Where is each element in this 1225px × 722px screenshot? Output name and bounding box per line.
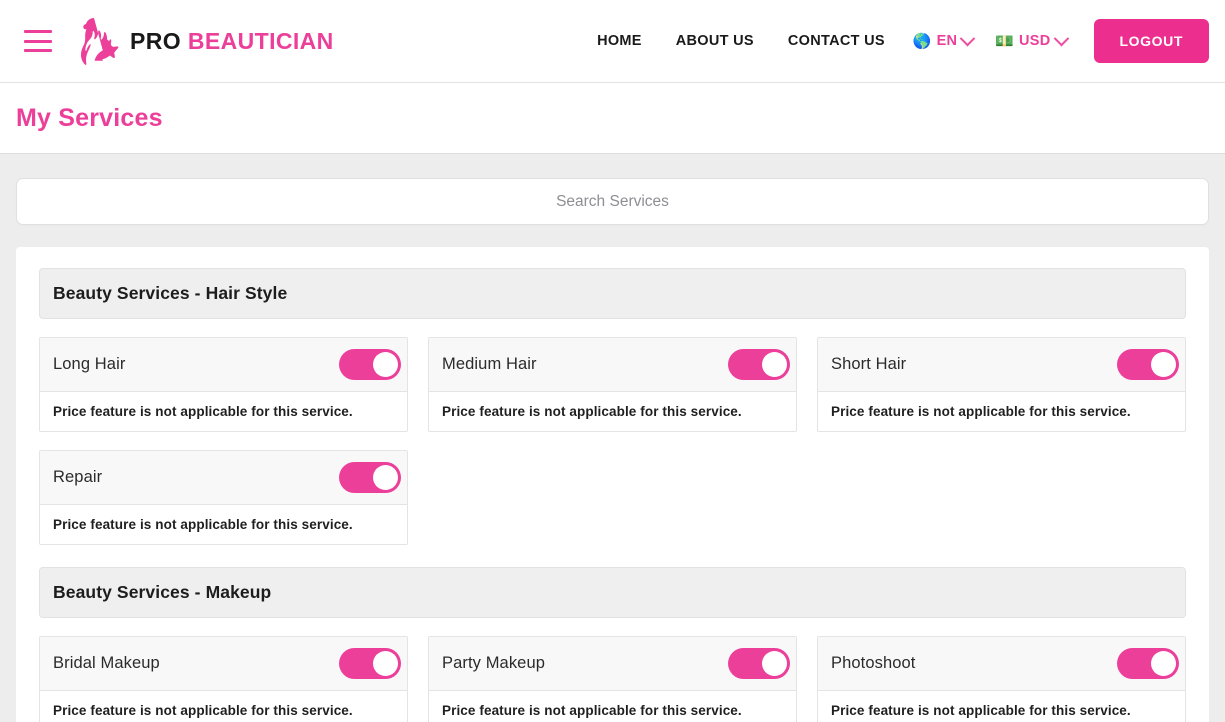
search-input[interactable] xyxy=(17,179,1208,224)
service-name: Party Makeup xyxy=(442,654,545,672)
toggle-knob xyxy=(1151,352,1176,377)
toggle-knob xyxy=(373,465,398,490)
service-card: Short Hair Price feature is not applicabl… xyxy=(817,337,1186,432)
woman-hair-logo-icon xyxy=(80,18,119,65)
service-card-grid: Long Hair Price feature is not applicable… xyxy=(39,337,1186,545)
service-name: Long Hair xyxy=(53,355,126,373)
service-card-header: Long Hair xyxy=(40,338,407,392)
service-toggle[interactable] xyxy=(728,648,790,679)
nav-item-home[interactable]: HOME xyxy=(580,33,659,49)
service-toggle[interactable] xyxy=(1117,648,1179,679)
site-header: PRO BEAUTICIAN HOME ABOUT US CONTACT US … xyxy=(0,0,1225,83)
chevron-down-icon xyxy=(1053,30,1069,46)
service-name: Bridal Makeup xyxy=(53,654,160,672)
service-name: Short Hair xyxy=(831,355,907,373)
toggle-knob xyxy=(762,651,787,676)
service-card: Bridal Makeup Price feature is not applic… xyxy=(39,636,408,722)
services-panel: Beauty Services - Hair Style Long Hair Pri… xyxy=(16,247,1209,722)
service-price-note: Price feature is not applicable for this… xyxy=(442,404,742,419)
services-sections: Beauty Services - Hair Style Long Hair Pri… xyxy=(39,268,1186,722)
brand-logo[interactable]: PRO BEAUTICIAN xyxy=(74,16,334,66)
service-card-header: Repair xyxy=(40,451,407,505)
page-title-bar: My Services xyxy=(0,83,1225,154)
section-header: Beauty Services - Makeup xyxy=(39,567,1186,618)
hamburger-bar xyxy=(24,30,52,33)
service-price-note: Price feature is not applicable for this… xyxy=(831,404,1131,419)
logout-button[interactable]: LOGOUT xyxy=(1093,19,1209,63)
service-card: Medium Hair Price feature is not applicab… xyxy=(428,337,797,432)
currency-selector[interactable]: 💵 USD xyxy=(984,30,1077,50)
currency-label: USD xyxy=(1019,33,1051,49)
service-price-note: Price feature is not applicable for this… xyxy=(53,517,353,532)
service-card: Photoshoot Price feature is not applicabl… xyxy=(817,636,1186,722)
hamburger-icon[interactable] xyxy=(24,30,52,52)
toggle-knob xyxy=(762,352,787,377)
language-selector[interactable]: 🌎 EN xyxy=(902,30,984,50)
service-toggle[interactable] xyxy=(1117,349,1179,380)
service-card-header: Medium Hair xyxy=(429,338,796,392)
search-bar[interactable] xyxy=(16,178,1209,225)
brand-wordmark: PRO BEAUTICIAN xyxy=(130,28,334,55)
money-icon: 💵 xyxy=(995,32,1014,50)
service-card-header: Photoshoot xyxy=(818,637,1185,691)
main-content: Beauty Services - Hair Style Long Hair Pri… xyxy=(0,154,1225,722)
main-nav: HOME ABOUT US CONTACT US 🌎 EN 💵 USD LOGO… xyxy=(580,19,1209,63)
service-card-header: Short Hair xyxy=(818,338,1185,392)
service-card: Long Hair Price feature is not applicable… xyxy=(39,337,408,432)
service-toggle[interactable] xyxy=(728,349,790,380)
service-card: Party Makeup Price feature is not applica… xyxy=(428,636,797,722)
chevron-down-icon xyxy=(960,30,976,46)
service-toggle[interactable] xyxy=(339,462,401,493)
section-header: Beauty Services - Hair Style xyxy=(39,268,1186,319)
toggle-knob xyxy=(373,651,398,676)
nav-item-contact-us[interactable]: CONTACT US xyxy=(771,33,902,49)
page-title: My Services xyxy=(16,103,163,132)
service-price-note: Price feature is not applicable for this… xyxy=(53,703,353,718)
language-label: EN xyxy=(936,33,958,49)
globe-icon: 🌎 xyxy=(912,32,932,50)
service-price-note: Price feature is not applicable for this… xyxy=(831,703,1131,718)
service-name: Repair xyxy=(53,468,103,486)
hamburger-bar xyxy=(24,39,52,43)
service-card-grid: Bridal Makeup Price feature is not applic… xyxy=(39,636,1186,722)
toggle-knob xyxy=(373,352,398,377)
brand-text-beautician: BEAUTICIAN xyxy=(187,27,334,54)
service-card-header: Party Makeup xyxy=(429,637,796,691)
service-card-header: Bridal Makeup xyxy=(40,637,407,691)
service-name: Photoshoot xyxy=(831,654,916,672)
hamburger-bar xyxy=(24,49,52,52)
service-card: Repair Price feature is not applicable fo… xyxy=(39,450,408,545)
service-toggle[interactable] xyxy=(339,349,401,380)
toggle-knob xyxy=(1151,651,1176,676)
service-price-note: Price feature is not applicable for this… xyxy=(442,703,742,718)
service-toggle[interactable] xyxy=(339,648,401,679)
nav-item-about-us[interactable]: ABOUT US xyxy=(659,33,771,49)
brand-text-pro: PRO xyxy=(130,27,182,54)
service-name: Medium Hair xyxy=(442,355,537,373)
service-price-note: Price feature is not applicable for this… xyxy=(53,404,353,419)
